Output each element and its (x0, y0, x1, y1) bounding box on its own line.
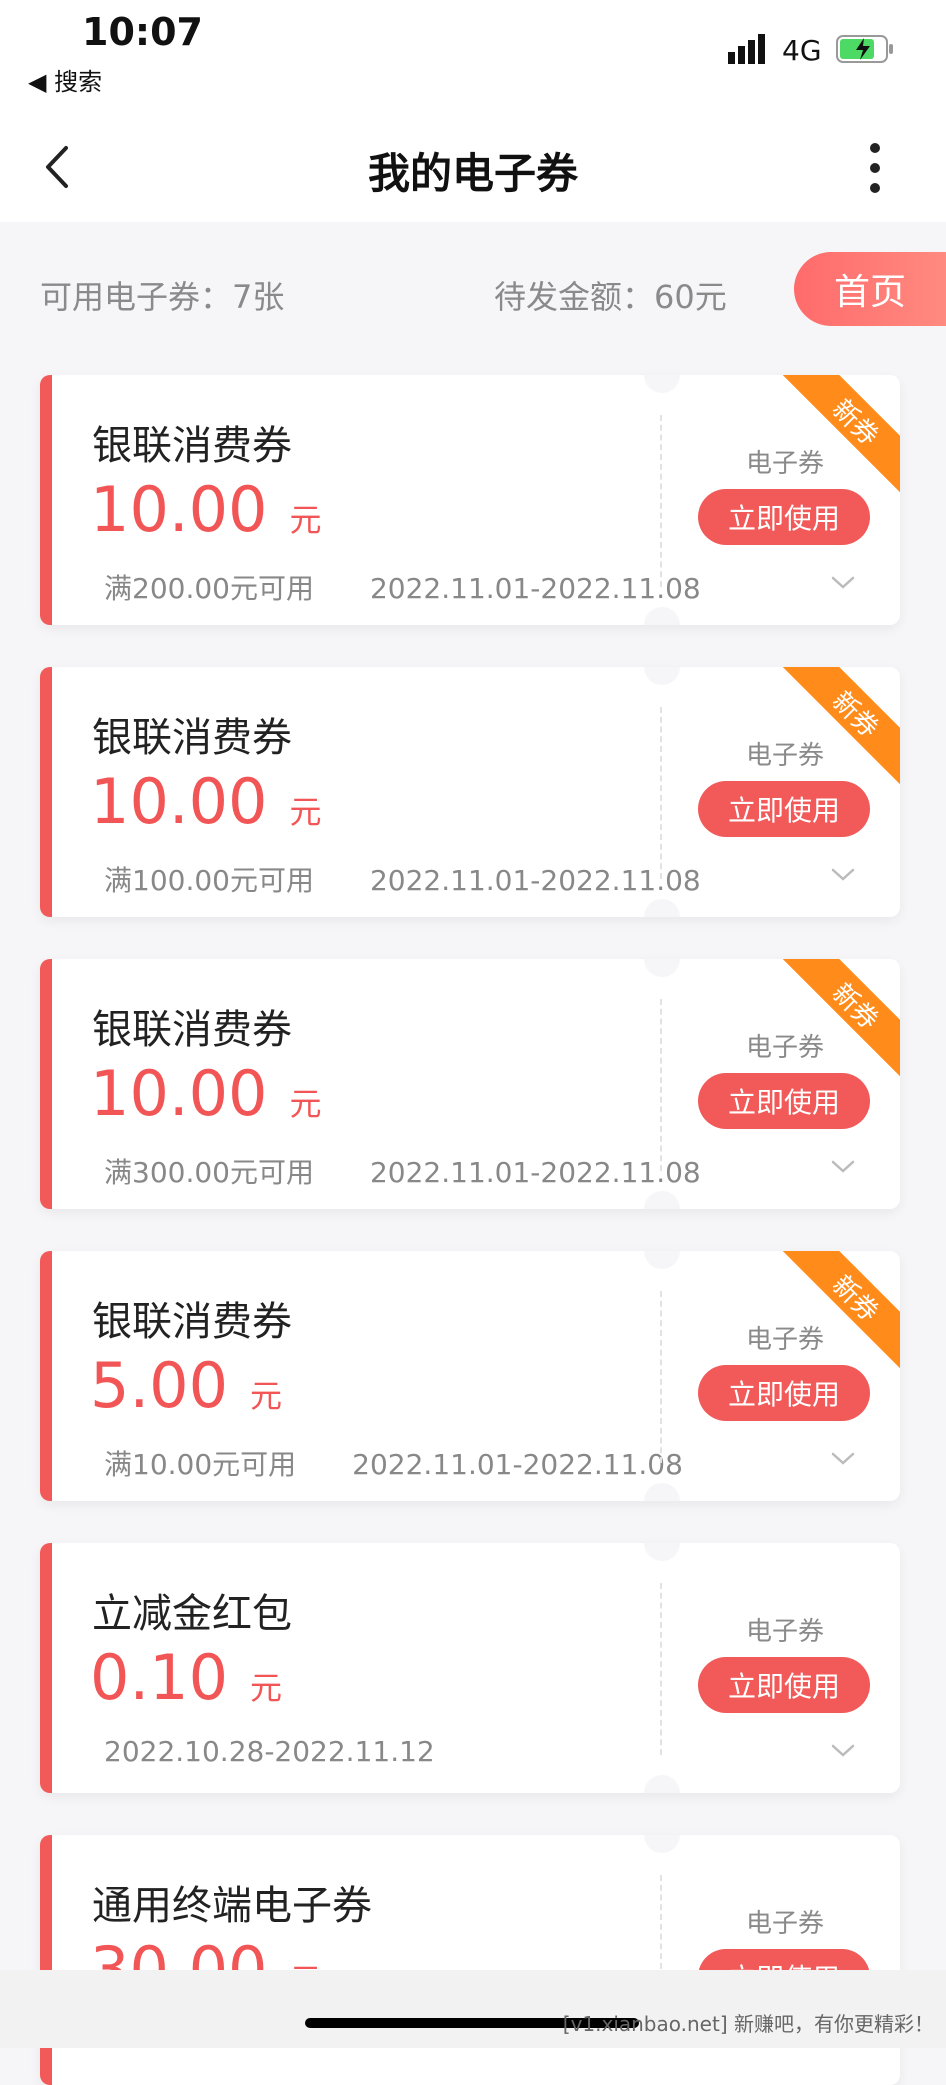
home-button[interactable]: 首页 (794, 252, 946, 326)
chevron-down-icon[interactable] (830, 1159, 856, 1175)
coupon-type: 电子券 (746, 1325, 825, 1355)
dashed-divider (660, 707, 662, 879)
amount-row: 0.10 元 (90, 1641, 282, 1714)
notch (644, 607, 680, 625)
card-stripe (40, 667, 52, 917)
coupon-type: 电子券 (746, 449, 825, 479)
coupon-type: 电子券 (746, 741, 825, 771)
chevron-down-icon[interactable] (830, 575, 856, 591)
coupon-card: 银联消费券 10.00 元 满200.00元可用 2022.11.01-2022.… (40, 375, 900, 625)
coupon-name: 银联消费券 (92, 1007, 292, 1053)
coupon-type: 电子券 (746, 1909, 825, 1939)
coupon-name: 银联消费券 (92, 423, 292, 469)
more-options-icon[interactable] (860, 140, 890, 196)
notch (644, 899, 680, 917)
notch (644, 375, 680, 393)
summary-bar: 可用电子券：7张 待发金额：60元 首页 (0, 222, 946, 352)
coupon-date: 2022.10.28-2022.11.12 (104, 1735, 435, 1768)
use-now-button[interactable]: 立即使用 (698, 1657, 870, 1713)
coupon-amount: 10.00 (90, 765, 268, 838)
card-stripe (40, 375, 52, 625)
condition-row: 满300.00元可用 2022.11.01-2022.11.08 (104, 1151, 701, 1191)
coupon-type: 电子券 (746, 1033, 825, 1063)
coupon-card: 银联消费券 5.00 元 满10.00元可用 2022.11.01-2022.11… (40, 1251, 900, 1501)
chevron-down-icon[interactable] (830, 867, 856, 883)
pending-amount: 待发金额：60元 (494, 278, 727, 316)
notch (644, 1835, 680, 1853)
nav-bar: 我的电子券 (0, 110, 946, 222)
coupon-amount: 5.00 (90, 1349, 229, 1422)
coupon-unit: 元 (289, 1085, 322, 1123)
coupon-condition: 满10.00元可用 (104, 1448, 297, 1481)
battery-charging-icon (836, 35, 893, 63)
amount-row: 10.00 元 (90, 473, 322, 546)
coupon-date: 2022.11.01-2022.11.08 (369, 1156, 701, 1189)
coupon-card: 银联消费券 10.00 元 满100.00元可用 2022.11.01-2022.… (40, 667, 900, 917)
status-time: 10:07 (82, 10, 203, 54)
coupon-date: 2022.11.01-2022.11.08 (352, 1448, 683, 1481)
coupon-condition: 满100.00元可用 (104, 864, 314, 897)
card-stripe (40, 1543, 52, 1793)
network-type: 4G (782, 34, 822, 67)
coupon-type: 电子券 (746, 1617, 825, 1647)
status-bar: 10:07 ◀ 搜索 4G (0, 0, 946, 110)
bottom-bar: [v1.xianbao.net] 新赚吧，有你更精彩！ (0, 1970, 946, 2048)
use-now-button[interactable]: 立即使用 (698, 781, 870, 837)
dashed-divider (660, 1583, 662, 1755)
coupon-amount: 10.00 (90, 473, 268, 546)
coupon-unit: 元 (250, 1669, 283, 1707)
chevron-down-icon[interactable] (830, 1451, 856, 1467)
dashed-divider (660, 415, 662, 587)
back-to-app-link[interactable]: ◀ 搜索 (28, 62, 102, 97)
coupon-unit: 元 (289, 501, 322, 539)
notch (644, 1251, 680, 1269)
notch (644, 959, 680, 977)
notch (644, 1191, 680, 1209)
condition-row: 满200.00元可用 2022.11.01-2022.11.08 (104, 567, 701, 607)
use-now-button[interactable]: 立即使用 (698, 489, 870, 545)
notch (644, 667, 680, 685)
signal-icon (728, 34, 765, 64)
use-now-button[interactable]: 立即使用 (698, 1365, 870, 1421)
coupon-unit: 元 (250, 1377, 283, 1415)
condition-row: 满100.00元可用 2022.11.01-2022.11.08 (104, 859, 701, 899)
use-now-button[interactable]: 立即使用 (698, 1073, 870, 1129)
coupon-card: 银联消费券 10.00 元 满300.00元可用 2022.11.01-2022.… (40, 959, 900, 1209)
amount-row: 10.00 元 (90, 1057, 322, 1130)
dashed-divider (660, 1291, 662, 1463)
condition-row: 2022.10.28-2022.11.12 (104, 1735, 435, 1768)
coupon-date: 2022.11.01-2022.11.08 (369, 864, 701, 897)
coupon-name: 通用终端电子券 (92, 1883, 372, 1929)
notch (644, 1543, 680, 1561)
coupon-amount: 10.00 (90, 1057, 268, 1130)
card-stripe (40, 1251, 52, 1501)
condition-row: 满10.00元可用 2022.11.01-2022.11.08 (104, 1443, 683, 1483)
notch (644, 1483, 680, 1501)
coupon-date: 2022.11.01-2022.11.08 (369, 572, 701, 605)
available-count: 可用电子券：7张 (40, 278, 285, 316)
coupon-card: 立减金红包 0.10 元 2022.10.28-2022.11.12 电子券 立… (40, 1543, 900, 1793)
dashed-divider (660, 999, 662, 1171)
coupon-name: 银联消费券 (92, 715, 292, 761)
coupon-unit: 元 (289, 793, 322, 831)
coupon-condition: 满200.00元可用 (104, 572, 314, 605)
coupon-amount: 0.10 (90, 1641, 229, 1714)
page-title: 我的电子券 (367, 149, 578, 198)
watermark-text: [v1.xianbao.net] 新赚吧，有你更精彩！ (562, 2012, 934, 2036)
notch (644, 1775, 680, 1793)
coupon-name: 银联消费券 (92, 1299, 292, 1345)
coupon-condition: 满300.00元可用 (104, 1156, 314, 1189)
amount-row: 10.00 元 (90, 765, 322, 838)
chevron-down-icon[interactable] (830, 1743, 856, 1759)
coupon-name: 立减金红包 (92, 1591, 292, 1637)
card-stripe (40, 959, 52, 1209)
amount-row: 5.00 元 (90, 1349, 282, 1422)
